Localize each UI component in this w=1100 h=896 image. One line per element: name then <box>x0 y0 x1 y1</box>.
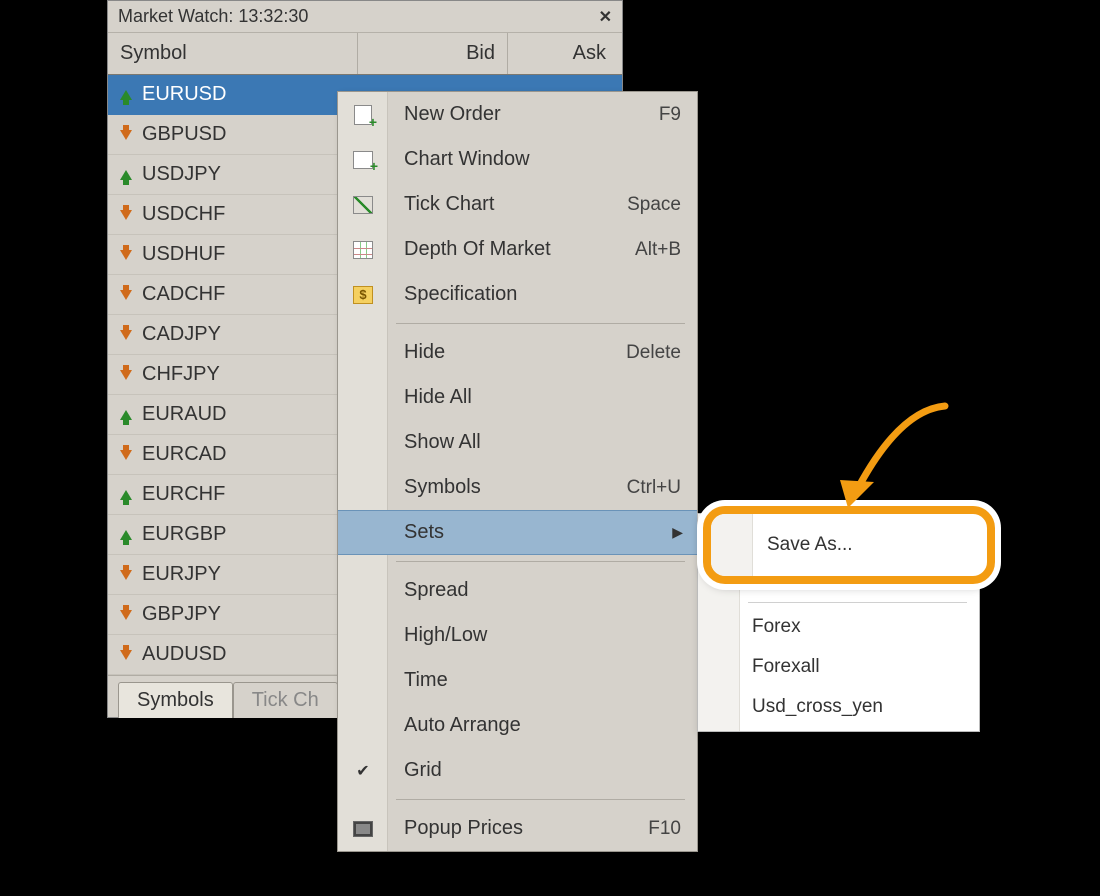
menu-item-hide-all[interactable]: Hide All <box>338 375 697 420</box>
tab-symbols[interactable]: Symbols <box>118 682 233 718</box>
menu-item-chart-window[interactable]: Chart Window <box>338 137 697 182</box>
menu-item-depth-of-market[interactable]: Depth Of MarketAlt+B <box>338 227 697 272</box>
menu-item-label: New Order <box>388 103 659 126</box>
menu-item-new-order[interactable]: New OrderF9 <box>338 92 697 137</box>
menu-item-symbols[interactable]: SymbolsCtrl+U <box>338 465 697 510</box>
menu-item-grid[interactable]: Grid <box>338 748 697 793</box>
check-icon <box>351 759 375 783</box>
table-header: Symbol Bid Ask <box>108 33 622 75</box>
menu-shortcut: Ctrl+U <box>627 477 697 499</box>
menu-item-sets[interactable]: Sets▶ <box>338 510 697 555</box>
symbol-name: CHFJPY <box>142 363 220 386</box>
dollar-icon <box>353 286 373 304</box>
menu-item-label: Hide <box>388 341 626 364</box>
titlebar[interactable]: Market Watch: 13:32:30 ✕ <box>108 1 622 33</box>
menu-shortcut: Alt+B <box>635 239 697 261</box>
price-up-icon <box>120 530 132 540</box>
menu-item-show-all[interactable]: Show All <box>338 420 697 465</box>
menu-shortcut: Delete <box>626 342 697 364</box>
price-up-icon <box>120 170 132 180</box>
menu-item-popup-prices[interactable]: Popup PricesF10 <box>338 806 697 851</box>
menu-item-label: Spread <box>388 579 697 602</box>
symbol-name: USDJPY <box>142 163 221 186</box>
menu-item-label: Depth Of Market <box>388 238 635 261</box>
price-down-icon <box>120 330 132 340</box>
submenu-arrow-icon: ▶ <box>672 524 697 541</box>
menu-item-high-low[interactable]: High/Low <box>338 613 697 658</box>
menu-item-specification[interactable]: Specification <box>338 272 697 317</box>
chart-icon <box>353 151 373 169</box>
menu-item-time[interactable]: Time <box>338 658 697 703</box>
symbol-name: AUDUSD <box>142 643 226 666</box>
popup-icon <box>353 821 373 837</box>
price-down-icon <box>120 610 132 620</box>
callout-label: Save As... <box>753 534 853 556</box>
symbol-name: EURUSD <box>142 83 226 106</box>
menu-item-label: Time <box>388 669 697 692</box>
tick-icon <box>353 196 373 214</box>
price-down-icon <box>120 450 132 460</box>
menu-item-label: Hide All <box>388 386 697 409</box>
price-down-icon <box>120 210 132 220</box>
symbol-name: EURCAD <box>142 443 226 466</box>
symbol-name: EURJPY <box>142 563 221 586</box>
symbol-name: GBPUSD <box>142 123 226 146</box>
menu-item-label: Chart Window <box>388 148 697 171</box>
menu-item-label: Symbols <box>388 476 627 499</box>
submenu-separator <box>748 602 967 603</box>
save-as-callout[interactable]: Save As... <box>703 506 995 584</box>
column-header-ask[interactable]: Ask <box>508 33 622 74</box>
menu-item-tick-chart[interactable]: Tick ChartSpace <box>338 182 697 227</box>
price-down-icon <box>120 250 132 260</box>
price-up-icon <box>120 490 132 500</box>
symbol-name: GBPJPY <box>142 603 221 626</box>
close-icon[interactable]: ✕ <box>595 7 616 27</box>
price-up-icon <box>120 90 132 100</box>
menu-item-label: Show All <box>388 431 697 454</box>
price-down-icon <box>120 570 132 580</box>
price-down-icon <box>120 130 132 140</box>
symbol-name: EURCHF <box>142 483 225 506</box>
price-down-icon <box>120 290 132 300</box>
window-title: Market Watch: 13:32:30 <box>118 6 308 27</box>
menu-shortcut: F9 <box>659 104 697 126</box>
menu-item-spread[interactable]: Spread <box>338 568 697 613</box>
menu-item-label: High/Low <box>388 624 697 647</box>
menu-separator <box>396 561 685 562</box>
menu-separator <box>396 323 685 324</box>
menu-item-label: Sets <box>388 521 672 544</box>
grid-icon <box>353 241 373 259</box>
submenu-item-usd-cross-yen[interactable]: Usd_cross_yen <box>698 687 979 727</box>
symbol-name: EURAUD <box>142 403 226 426</box>
price-up-icon <box>120 410 132 420</box>
callout-strip <box>711 514 753 576</box>
menu-shortcut: F10 <box>648 818 697 840</box>
symbol-name: CADCHF <box>142 283 225 306</box>
doc-icon <box>354 105 372 125</box>
menu-separator <box>396 799 685 800</box>
price-down-icon <box>120 370 132 380</box>
annotation-arrow-icon <box>830 400 970 520</box>
column-header-bid[interactable]: Bid <box>358 33 508 74</box>
symbol-name: EURGBP <box>142 523 226 546</box>
submenu-item-forexall[interactable]: Forexall <box>698 647 979 687</box>
column-header-symbol[interactable]: Symbol <box>108 33 358 74</box>
menu-item-label: Popup Prices <box>388 817 648 840</box>
symbol-name: USDCHF <box>142 203 225 226</box>
symbol-name: USDHUF <box>142 243 225 266</box>
price-down-icon <box>120 650 132 660</box>
menu-item-hide[interactable]: HideDelete <box>338 330 697 375</box>
menu-item-label: Tick Chart <box>388 193 627 216</box>
menu-item-auto-arrange[interactable]: Auto Arrange <box>338 703 697 748</box>
context-menu: New OrderF9Chart WindowTick ChartSpaceDe… <box>337 91 698 852</box>
menu-item-label: Specification <box>388 283 697 306</box>
submenu-item-forex[interactable]: Forex <box>698 607 979 647</box>
menu-shortcut: Space <box>627 194 697 216</box>
tab-tick-ch[interactable]: Tick Ch <box>233 682 338 718</box>
symbol-name: CADJPY <box>142 323 221 346</box>
menu-item-label: Grid <box>388 759 697 782</box>
menu-item-label: Auto Arrange <box>388 714 697 737</box>
